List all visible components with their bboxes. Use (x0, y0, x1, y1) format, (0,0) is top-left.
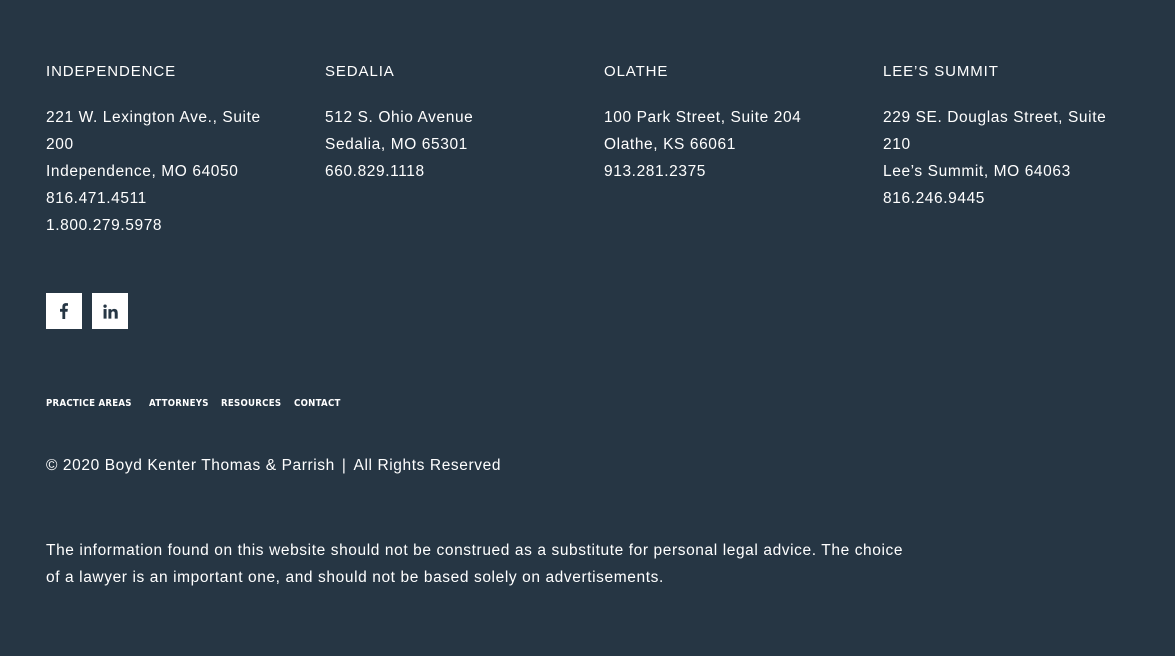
linkedin-button[interactable] (92, 293, 128, 329)
site-footer: INDEPENDENCE 221 W. Lexington Ave., Suit… (0, 0, 1175, 656)
nav-attorneys[interactable]: ATTORNEYS (149, 396, 209, 412)
location-name: LEE’S SUMMIT (883, 63, 999, 80)
location-phone[interactable]: 816.471.4511 (46, 185, 286, 212)
facebook-icon (60, 303, 68, 319)
legal-disclaimer: The information found on this website sh… (46, 542, 904, 586)
office-locations: INDEPENDENCE 221 W. Lexington Ave., Suit… (46, 62, 1162, 239)
location-city: Olathe, KS 66061 (604, 136, 736, 153)
location-name: OLATHE (604, 63, 669, 80)
location-phone[interactable]: 660.829.1118 (325, 158, 565, 185)
location-name: INDEPENDENCE (46, 63, 176, 80)
copyright-rights: All Rights Reserved (353, 457, 502, 474)
location-city: Sedalia, MO 65301 (325, 136, 468, 153)
location-city: Lee’s Summit, MO 64063 (883, 163, 1071, 180)
copyright-separator: | (341, 457, 347, 474)
location-phone[interactable]: 913.281.2375 (604, 158, 844, 185)
location-address: 100 Park Street, Suite 204 (604, 109, 802, 126)
linkedin-icon (102, 303, 118, 319)
nav-contact[interactable]: CONTACT (294, 396, 341, 412)
nav-practice-areas[interactable]: PRACTICE AREAS (46, 396, 132, 412)
location-independence: INDEPENDENCE 221 W. Lexington Ave., Suit… (46, 62, 325, 239)
location-address: 512 S. Ohio Avenue (325, 109, 474, 126)
nav-resources[interactable]: RESOURCES (221, 396, 281, 412)
location-phone[interactable]: 816.246.9445 (883, 185, 1123, 212)
social-links (46, 293, 128, 329)
location-address: 229 SE. Douglas Street, Suite 210 (883, 109, 1107, 153)
copyright-text: © 2020 Boyd Kenter Thomas & Parrish (46, 457, 335, 474)
location-toll-free-phone[interactable]: 1.800.279.5978 (46, 212, 286, 239)
location-name: SEDALIA (325, 63, 395, 80)
footer-nav: PRACTICE AREAS ATTORNEYS RESOURCES CONTA… (46, 396, 341, 412)
location-city: Independence, MO 64050 (46, 163, 239, 180)
location-lees-summit: LEE’S SUMMIT 229 SE. Douglas Street, Sui… (883, 62, 1162, 239)
location-sedalia: SEDALIA 512 S. Ohio Avenue Sedalia, MO 6… (325, 62, 604, 239)
location-address: 221 W. Lexington Ave., Suite 200 (46, 109, 261, 153)
location-olathe: OLATHE 100 Park Street, Suite 204 Olathe… (604, 62, 883, 239)
copyright: © 2020 Boyd Kenter Thomas & Parrish | All … (46, 455, 501, 477)
facebook-button[interactable] (46, 293, 82, 329)
